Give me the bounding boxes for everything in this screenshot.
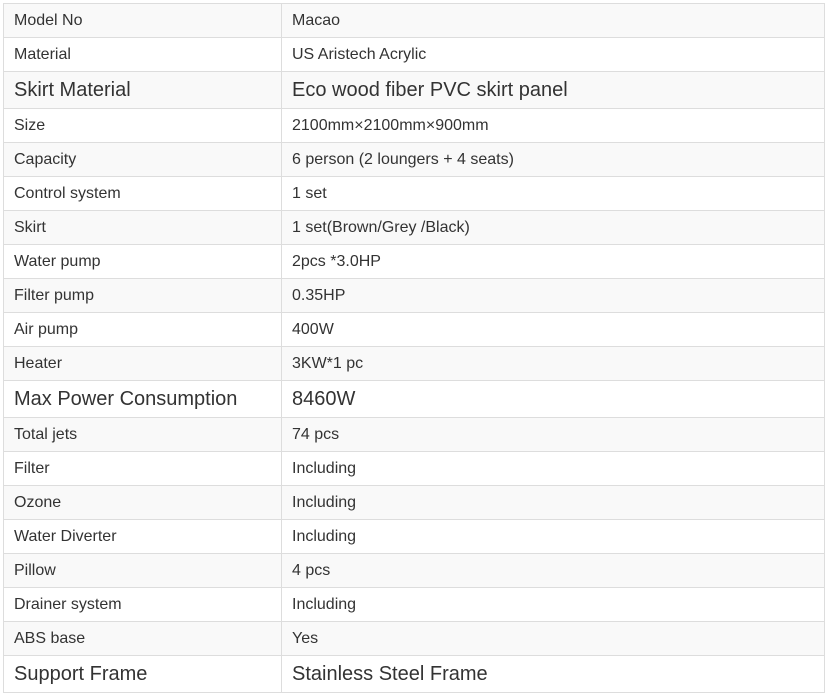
row-label: Total jets bbox=[3, 417, 282, 452]
table-row: Water pump 2pcs *3.0HP bbox=[3, 244, 825, 279]
row-label: ABS base bbox=[3, 621, 282, 656]
row-label: Model No bbox=[3, 3, 282, 38]
row-label: Max Power Consumption bbox=[3, 380, 282, 418]
row-label: Drainer system bbox=[3, 587, 282, 622]
row-value: 8460W bbox=[281, 380, 825, 418]
row-label: Filter bbox=[3, 451, 282, 486]
row-value: 0.35HP bbox=[281, 278, 825, 313]
row-value: Including bbox=[281, 519, 825, 554]
row-value: 1 set(Brown/Grey /Black) bbox=[281, 210, 825, 245]
row-label: Size bbox=[3, 108, 282, 143]
table-row: Total jets 74 pcs bbox=[3, 417, 825, 452]
row-value: 74 pcs bbox=[281, 417, 825, 452]
row-value: 4 pcs bbox=[281, 553, 825, 588]
table-row: Material US Aristech Acrylic bbox=[3, 37, 825, 72]
row-value: Macao bbox=[281, 3, 825, 38]
table-row: Heater 3KW*1 pc bbox=[3, 346, 825, 381]
table-row: Air pump 400W bbox=[3, 312, 825, 347]
row-value: 2100mm×2100mm×900mm bbox=[281, 108, 825, 143]
row-value: 2pcs *3.0HP bbox=[281, 244, 825, 279]
row-value: Stainless Steel Frame bbox=[281, 655, 825, 693]
table-row: Skirt Material Eco wood fiber PVC skirt … bbox=[3, 71, 825, 109]
table-row: Max Power Consumption 8460W bbox=[3, 380, 825, 418]
row-label: Capacity bbox=[3, 142, 282, 177]
spec-table-body: Model No Macao Material US Aristech Acry… bbox=[3, 3, 825, 693]
row-label: Filter pump bbox=[3, 278, 282, 313]
table-row: Control system 1 set bbox=[3, 176, 825, 211]
row-label: Skirt bbox=[3, 210, 282, 245]
table-row: Filter Including bbox=[3, 451, 825, 486]
row-label: Air pump bbox=[3, 312, 282, 347]
row-value: 400W bbox=[281, 312, 825, 347]
table-row: Filter pump 0.35HP bbox=[3, 278, 825, 313]
table-row: Size 2100mm×2100mm×900mm bbox=[3, 108, 825, 143]
table-row: Drainer system Including bbox=[3, 587, 825, 622]
row-label: Ozone bbox=[3, 485, 282, 520]
row-label: Water pump bbox=[3, 244, 282, 279]
row-label: Material bbox=[3, 37, 282, 72]
row-value: Including bbox=[281, 587, 825, 622]
row-label: Support Frame bbox=[3, 655, 282, 693]
row-label: Control system bbox=[3, 176, 282, 211]
table-row: Pillow 4 pcs bbox=[3, 553, 825, 588]
table-row: Model No Macao bbox=[3, 3, 825, 38]
spec-table: Model No Macao Material US Aristech Acry… bbox=[3, 3, 825, 693]
row-value: Yes bbox=[281, 621, 825, 656]
row-label: Heater bbox=[3, 346, 282, 381]
row-value: US Aristech Acrylic bbox=[281, 37, 825, 72]
table-row: Capacity 6 person (2 loungers + 4 seats) bbox=[3, 142, 825, 177]
row-value: Including bbox=[281, 451, 825, 486]
row-label: Pillow bbox=[3, 553, 282, 588]
row-value: Eco wood fiber PVC skirt panel bbox=[281, 71, 825, 109]
row-value: 3KW*1 pc bbox=[281, 346, 825, 381]
row-label: Skirt Material bbox=[3, 71, 282, 109]
table-row: Water Diverter Including bbox=[3, 519, 825, 554]
row-label: Water Diverter bbox=[3, 519, 282, 554]
row-value: 1 set bbox=[281, 176, 825, 211]
row-value: Including bbox=[281, 485, 825, 520]
table-row: Skirt 1 set(Brown/Grey /Black) bbox=[3, 210, 825, 245]
table-row: ABS base Yes bbox=[3, 621, 825, 656]
table-row: Support Frame Stainless Steel Frame bbox=[3, 655, 825, 693]
row-value: 6 person (2 loungers + 4 seats) bbox=[281, 142, 825, 177]
table-row: Ozone Including bbox=[3, 485, 825, 520]
